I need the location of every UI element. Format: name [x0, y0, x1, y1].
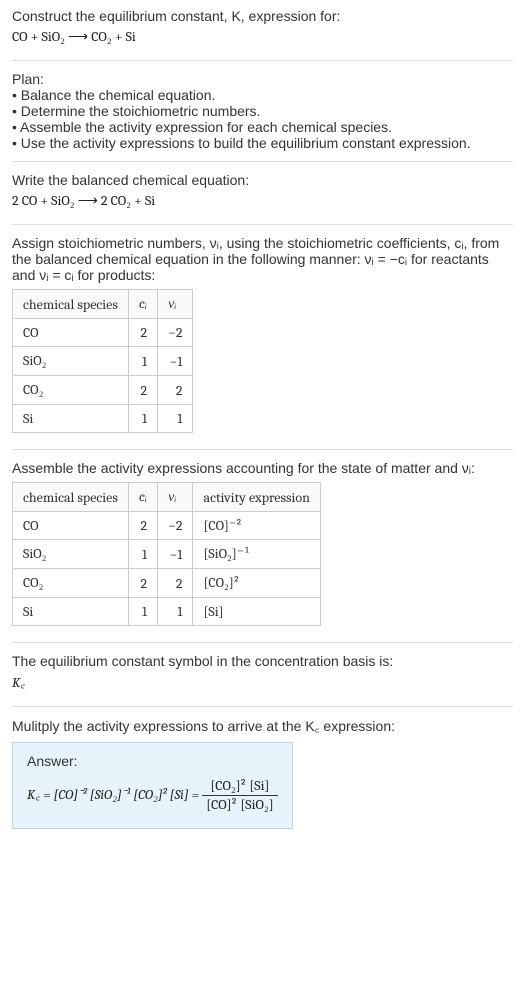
- cell-species: CO₂: [13, 376, 129, 405]
- cell-c: 1: [128, 347, 157, 376]
- cell-species: Si: [13, 405, 129, 433]
- balanced-intro: Write the balanced chemical equation:: [12, 172, 513, 188]
- col-c: cᵢ: [128, 290, 157, 319]
- cell-species: SiO₂: [13, 540, 129, 569]
- balanced-section: Write the balanced chemical equation: 2 …: [12, 161, 513, 224]
- answer-expression: K꜀ = [CO]⁻² [SiO₂]⁻¹ [CO₂]² [Si] = [CO₂]…: [27, 777, 278, 814]
- col-v: νᵢ: [158, 290, 193, 319]
- stoich-table: chemical species cᵢ νᵢ CO 2 −2 SiO₂ 1 −1…: [12, 289, 193, 433]
- stoich-section: Assign stoichiometric numbers, νᵢ, using…: [12, 224, 513, 449]
- cell-v: −1: [158, 347, 193, 376]
- cell-c: 2: [128, 569, 157, 598]
- fraction-numerator: [CO₂]² [Si]: [202, 777, 277, 796]
- prompt-text: Construct the equilibrium constant, K, e…: [12, 8, 513, 24]
- answer-box: Answer: K꜀ = [CO]⁻² [SiO₂]⁻¹ [CO₂]² [Si]…: [12, 742, 293, 829]
- cell-v: 1: [158, 598, 193, 626]
- table-row: CO 2 −2 [CO]⁻²: [13, 512, 321, 540]
- cell-activity: [SiO₂]⁻¹: [193, 540, 320, 569]
- page: Construct the equilibrium constant, K, e…: [0, 0, 525, 847]
- table-row: SiO₂ 1 −1 [SiO₂]⁻¹: [13, 540, 321, 569]
- multiply-intro: Mulitply the activity expressions to arr…: [12, 717, 513, 736]
- answer-label: Answer:: [27, 753, 278, 769]
- col-activity: activity expression: [193, 483, 320, 512]
- table-row: CO 2 −2: [13, 319, 193, 347]
- table-row: SiO₂ 1 −1: [13, 347, 193, 376]
- answer-lhs: K꜀ = [CO]⁻² [SiO₂]⁻¹ [CO₂]² [Si] =: [27, 786, 199, 803]
- fraction-denominator: [CO]² [SiO₂]: [202, 796, 277, 814]
- col-v: νᵢ: [158, 483, 193, 512]
- cell-species: CO: [13, 319, 129, 347]
- kc-symbol-intro: The equilibrium constant symbol in the c…: [12, 653, 513, 669]
- cell-v: −2: [158, 512, 193, 540]
- plan-item: • Determine the stoichiometric numbers.: [12, 103, 513, 119]
- plan-item: • Use the activity expressions to build …: [12, 135, 513, 151]
- cell-v: −2: [158, 319, 193, 347]
- plan-item-text: Assemble the activity expression for eac…: [20, 119, 392, 135]
- activity-intro: Assemble the activity expressions accoun…: [12, 460, 513, 476]
- cell-v: 2: [158, 376, 193, 405]
- table-row: CO₂ 2 2 [CO₂]²: [13, 569, 321, 598]
- col-c: cᵢ: [128, 483, 157, 512]
- table-header-row: chemical species cᵢ νᵢ activity expressi…: [13, 483, 321, 512]
- stoich-intro: Assign stoichiometric numbers, νᵢ, using…: [12, 235, 513, 283]
- plan-title: Plan:: [12, 71, 513, 87]
- cell-c: 2: [128, 319, 157, 347]
- cell-v: −1: [158, 540, 193, 569]
- cell-activity: [CO]⁻²: [193, 512, 320, 540]
- activity-table: chemical species cᵢ νᵢ activity expressi…: [12, 482, 321, 626]
- plan-item-text: Use the activity expressions to build th…: [21, 135, 471, 151]
- answer-fraction: [CO₂]² [Si] [CO]² [SiO₂]: [202, 777, 277, 814]
- cell-c: 1: [128, 405, 157, 433]
- kc-symbol-section: The equilibrium constant symbol in the c…: [12, 642, 513, 706]
- cell-species: Si: [13, 598, 129, 626]
- col-species: chemical species: [13, 290, 129, 319]
- cell-v: 1: [158, 405, 193, 433]
- col-species: chemical species: [13, 483, 129, 512]
- plan-section: Plan: • Balance the chemical equation. •…: [12, 60, 513, 161]
- multiply-section: Mulitply the activity expressions to arr…: [12, 706, 513, 839]
- cell-c: 2: [128, 512, 157, 540]
- unbalanced-equation: CO + SiO₂ ⟶ CO₂ + Si: [12, 28, 513, 46]
- cell-activity: [CO₂]²: [193, 569, 320, 598]
- table-header-row: chemical species cᵢ νᵢ: [13, 290, 193, 319]
- cell-species: SiO₂: [13, 347, 129, 376]
- cell-v: 2: [158, 569, 193, 598]
- cell-c: 1: [128, 598, 157, 626]
- table-row: CO₂ 2 2: [13, 376, 193, 405]
- cell-c: 1: [128, 540, 157, 569]
- plan-item-text: Balance the chemical equation.: [21, 87, 216, 103]
- activity-section: Assemble the activity expressions accoun…: [12, 449, 513, 642]
- cell-c: 2: [128, 376, 157, 405]
- table-row: Si 1 1 [Si]: [13, 598, 321, 626]
- balanced-equation: 2 CO + SiO₂ ⟶ 2 CO₂ + Si: [12, 192, 513, 210]
- cell-species: CO₂: [13, 569, 129, 598]
- header-section: Construct the equilibrium constant, K, e…: [12, 8, 513, 60]
- cell-species: CO: [13, 512, 129, 540]
- table-row: Si 1 1: [13, 405, 193, 433]
- plan-item: • Assemble the activity expression for e…: [12, 119, 513, 135]
- cell-activity: [Si]: [193, 598, 320, 626]
- plan-item-text: Determine the stoichiometric numbers.: [21, 103, 261, 119]
- kc-symbol: K꜀: [12, 673, 513, 692]
- plan-item: • Balance the chemical equation.: [12, 87, 513, 103]
